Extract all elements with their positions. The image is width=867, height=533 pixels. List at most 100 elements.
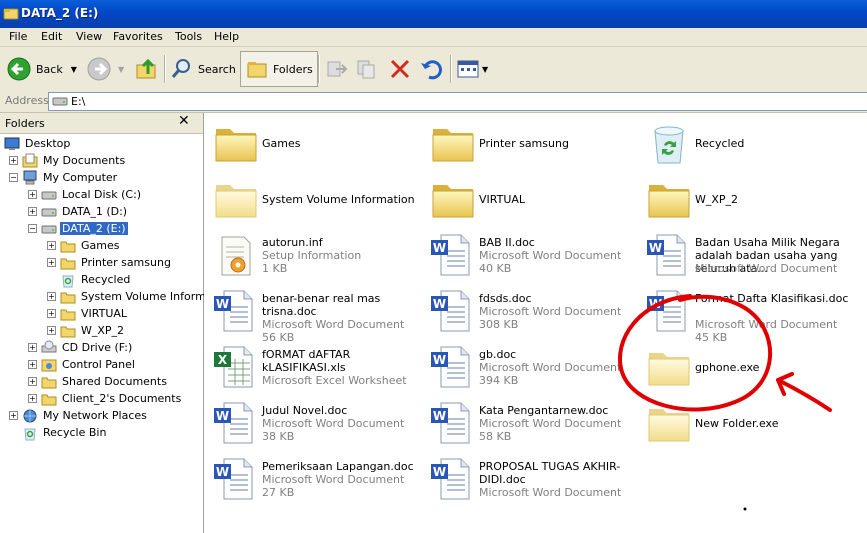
back-dropdown-icon[interactable]: ▼ — [71, 65, 77, 74]
expand-icon[interactable]: + — [47, 258, 56, 267]
tree-item[interactable]: DATA_1 (D:) — [41, 203, 129, 220]
word-doc-icon — [645, 231, 693, 279]
file-item[interactable]: fORMAT dAFTAR kLASIFIKASI.xls Microsoft E… — [212, 343, 427, 393]
close-icon[interactable]: ✕ — [178, 113, 190, 129]
file-item[interactable]: gb.doc Microsoft Word Document 394 KB — [429, 343, 644, 393]
file-size: 1 KB — [262, 262, 288, 275]
back-button[interactable]: Back ▼ — [6, 51, 77, 87]
file-item[interactable]: gphone.exe — [645, 343, 860, 393]
menu-view[interactable]: View — [76, 30, 102, 43]
menu-favorites[interactable]: Favorites — [113, 30, 163, 43]
file-list: Games Printer samsung Recycled System Volum… — [204, 113, 867, 533]
file-size: 394 KB — [479, 374, 519, 387]
collapse-icon[interactable]: − — [28, 224, 37, 233]
forward-button[interactable]: ▼ — [86, 51, 124, 87]
file-item[interactable]: Kata Pengantarnew.doc Microsoft Word Docu… — [429, 399, 644, 449]
toolbar: Back ▼ ▼ Search Folders ▼ — [0, 47, 867, 92]
folders-icon — [247, 62, 267, 78]
tree-item[interactable]: Games — [60, 237, 121, 254]
title-bar[interactable]: DATA_2 (E:) — [0, 0, 867, 28]
expand-icon[interactable]: + — [47, 309, 56, 318]
word-doc-icon — [212, 287, 260, 335]
file-item[interactable]: W_XP_2 — [645, 175, 860, 225]
tree-item[interactable]: Desktop — [4, 135, 72, 152]
file-item[interactable]: benar-benar real mas trisna.doc Microsoft… — [212, 287, 427, 344]
tree-item[interactable]: Printer samsung — [60, 254, 173, 271]
tree-item[interactable]: My Network Places — [22, 407, 149, 424]
expand-icon[interactable]: + — [9, 156, 18, 165]
file-item[interactable]: autorun.inf Setup Information 1 KB — [212, 231, 427, 281]
file-type: Microsoft Word Document — [479, 361, 622, 374]
tree-item[interactable]: My Documents — [22, 152, 127, 169]
menu-file[interactable]: File — [9, 30, 27, 43]
tree-item[interactable]: CD Drive (F:) — [41, 339, 134, 356]
file-item[interactable]: fdsds.doc Microsoft Word Document 308 KB — [429, 287, 644, 337]
search-button[interactable]: Search — [170, 51, 236, 87]
drive-icon — [52, 97, 68, 106]
file-name: System Volume Information — [262, 193, 415, 206]
tree-item[interactable]: Recycle Bin — [22, 424, 108, 441]
tree-item[interactable]: Local Disk (C:) — [41, 186, 143, 203]
views-button[interactable]: ▼ — [456, 51, 488, 87]
file-type: Setup Information — [262, 249, 362, 262]
views-dropdown-icon[interactable]: ▼ — [482, 65, 488, 74]
file-item[interactable]: Judul Novel.doc Microsoft Word Document 38… — [212, 399, 427, 449]
tree-item[interactable]: My Computer — [22, 169, 119, 186]
menu-edit[interactable]: Edit — [41, 30, 62, 43]
drive-icon — [3, 8, 19, 20]
address-field[interactable]: E:\ — [48, 92, 867, 111]
cd-icon — [41, 340, 57, 356]
tree-item[interactable]: Shared Documents — [41, 373, 169, 390]
tree-item[interactable]: DATA_2 (E:) — [41, 220, 128, 237]
collapse-icon[interactable]: − — [9, 173, 18, 182]
file-item[interactable]: Games — [212, 119, 427, 169]
tree-item[interactable]: VIRTUAL — [60, 305, 129, 322]
up-folder-button[interactable] — [134, 51, 160, 87]
menu-help[interactable]: Help — [214, 30, 239, 43]
file-type: Microsoft Word Document — [262, 417, 405, 430]
expand-icon[interactable]: + — [28, 207, 37, 216]
folders-label: Folders — [273, 62, 313, 76]
tree-item[interactable]: System Volume Informati — [60, 288, 222, 305]
copy-to-button[interactable] — [355, 51, 379, 87]
expand-icon[interactable]: + — [28, 377, 37, 386]
file-name: Pemeriksaan Lapangan.doc — [262, 460, 414, 473]
file-item[interactable]: PROPOSAL TUGAS AKHIR-DIDI.doc Microsoft W… — [429, 455, 644, 505]
expand-icon[interactable]: + — [28, 360, 37, 369]
expand-icon[interactable]: + — [28, 190, 37, 199]
file-item[interactable]: New Folder.exe — [645, 399, 860, 449]
undo-button[interactable] — [419, 51, 443, 87]
file-item[interactable]: Printer samsung — [429, 119, 644, 169]
file-item[interactable]: BAB II.doc Microsoft Word Document 40 KB — [429, 231, 644, 281]
file-item[interactable]: System Volume Information — [212, 175, 427, 225]
expand-icon[interactable]: + — [47, 326, 56, 335]
tree-item[interactable]: Client_2's Documents — [41, 390, 183, 407]
file-item[interactable]: Format Dafta Klasifikasi.doc Microsoft Wo… — [645, 287, 860, 344]
expand-icon[interactable]: + — [9, 411, 18, 420]
desktop-icon — [4, 136, 20, 152]
file-type: Microsoft Word Document — [479, 249, 622, 262]
delete-button[interactable] — [388, 51, 412, 87]
expand-icon[interactable]: + — [47, 292, 56, 301]
tree-item[interactable]: Recycled — [60, 271, 132, 288]
move-to-button[interactable] — [324, 51, 348, 87]
forward-dropdown-icon[interactable]: ▼ — [118, 65, 124, 74]
file-item[interactable]: Pemeriksaan Lapangan.doc Microsoft Word D… — [212, 455, 427, 505]
tree-item[interactable]: W_XP_2 — [60, 322, 126, 339]
folders-button[interactable]: Folders — [240, 51, 318, 87]
tree-item-label: System Volume Informati — [81, 290, 220, 303]
file-item[interactable]: Badan Usaha Milik Negara adalah badan us… — [645, 231, 860, 281]
file-item[interactable]: VIRTUAL — [429, 175, 644, 225]
recycle-bin-icon — [645, 119, 693, 167]
menu-tools[interactable]: Tools — [175, 30, 202, 43]
folder-icon — [41, 374, 57, 390]
expand-icon[interactable]: + — [47, 241, 56, 250]
file-item[interactable]: Recycled — [645, 119, 860, 169]
copy-to-icon — [357, 60, 375, 79]
file-size: 27 KB — [262, 486, 295, 499]
expand-icon[interactable]: + — [28, 394, 37, 403]
drive-icon — [41, 187, 57, 203]
tree-item[interactable]: Control Panel — [41, 356, 137, 373]
tree-item-label: Recycle Bin — [43, 426, 107, 439]
expand-icon[interactable]: + — [28, 343, 37, 352]
